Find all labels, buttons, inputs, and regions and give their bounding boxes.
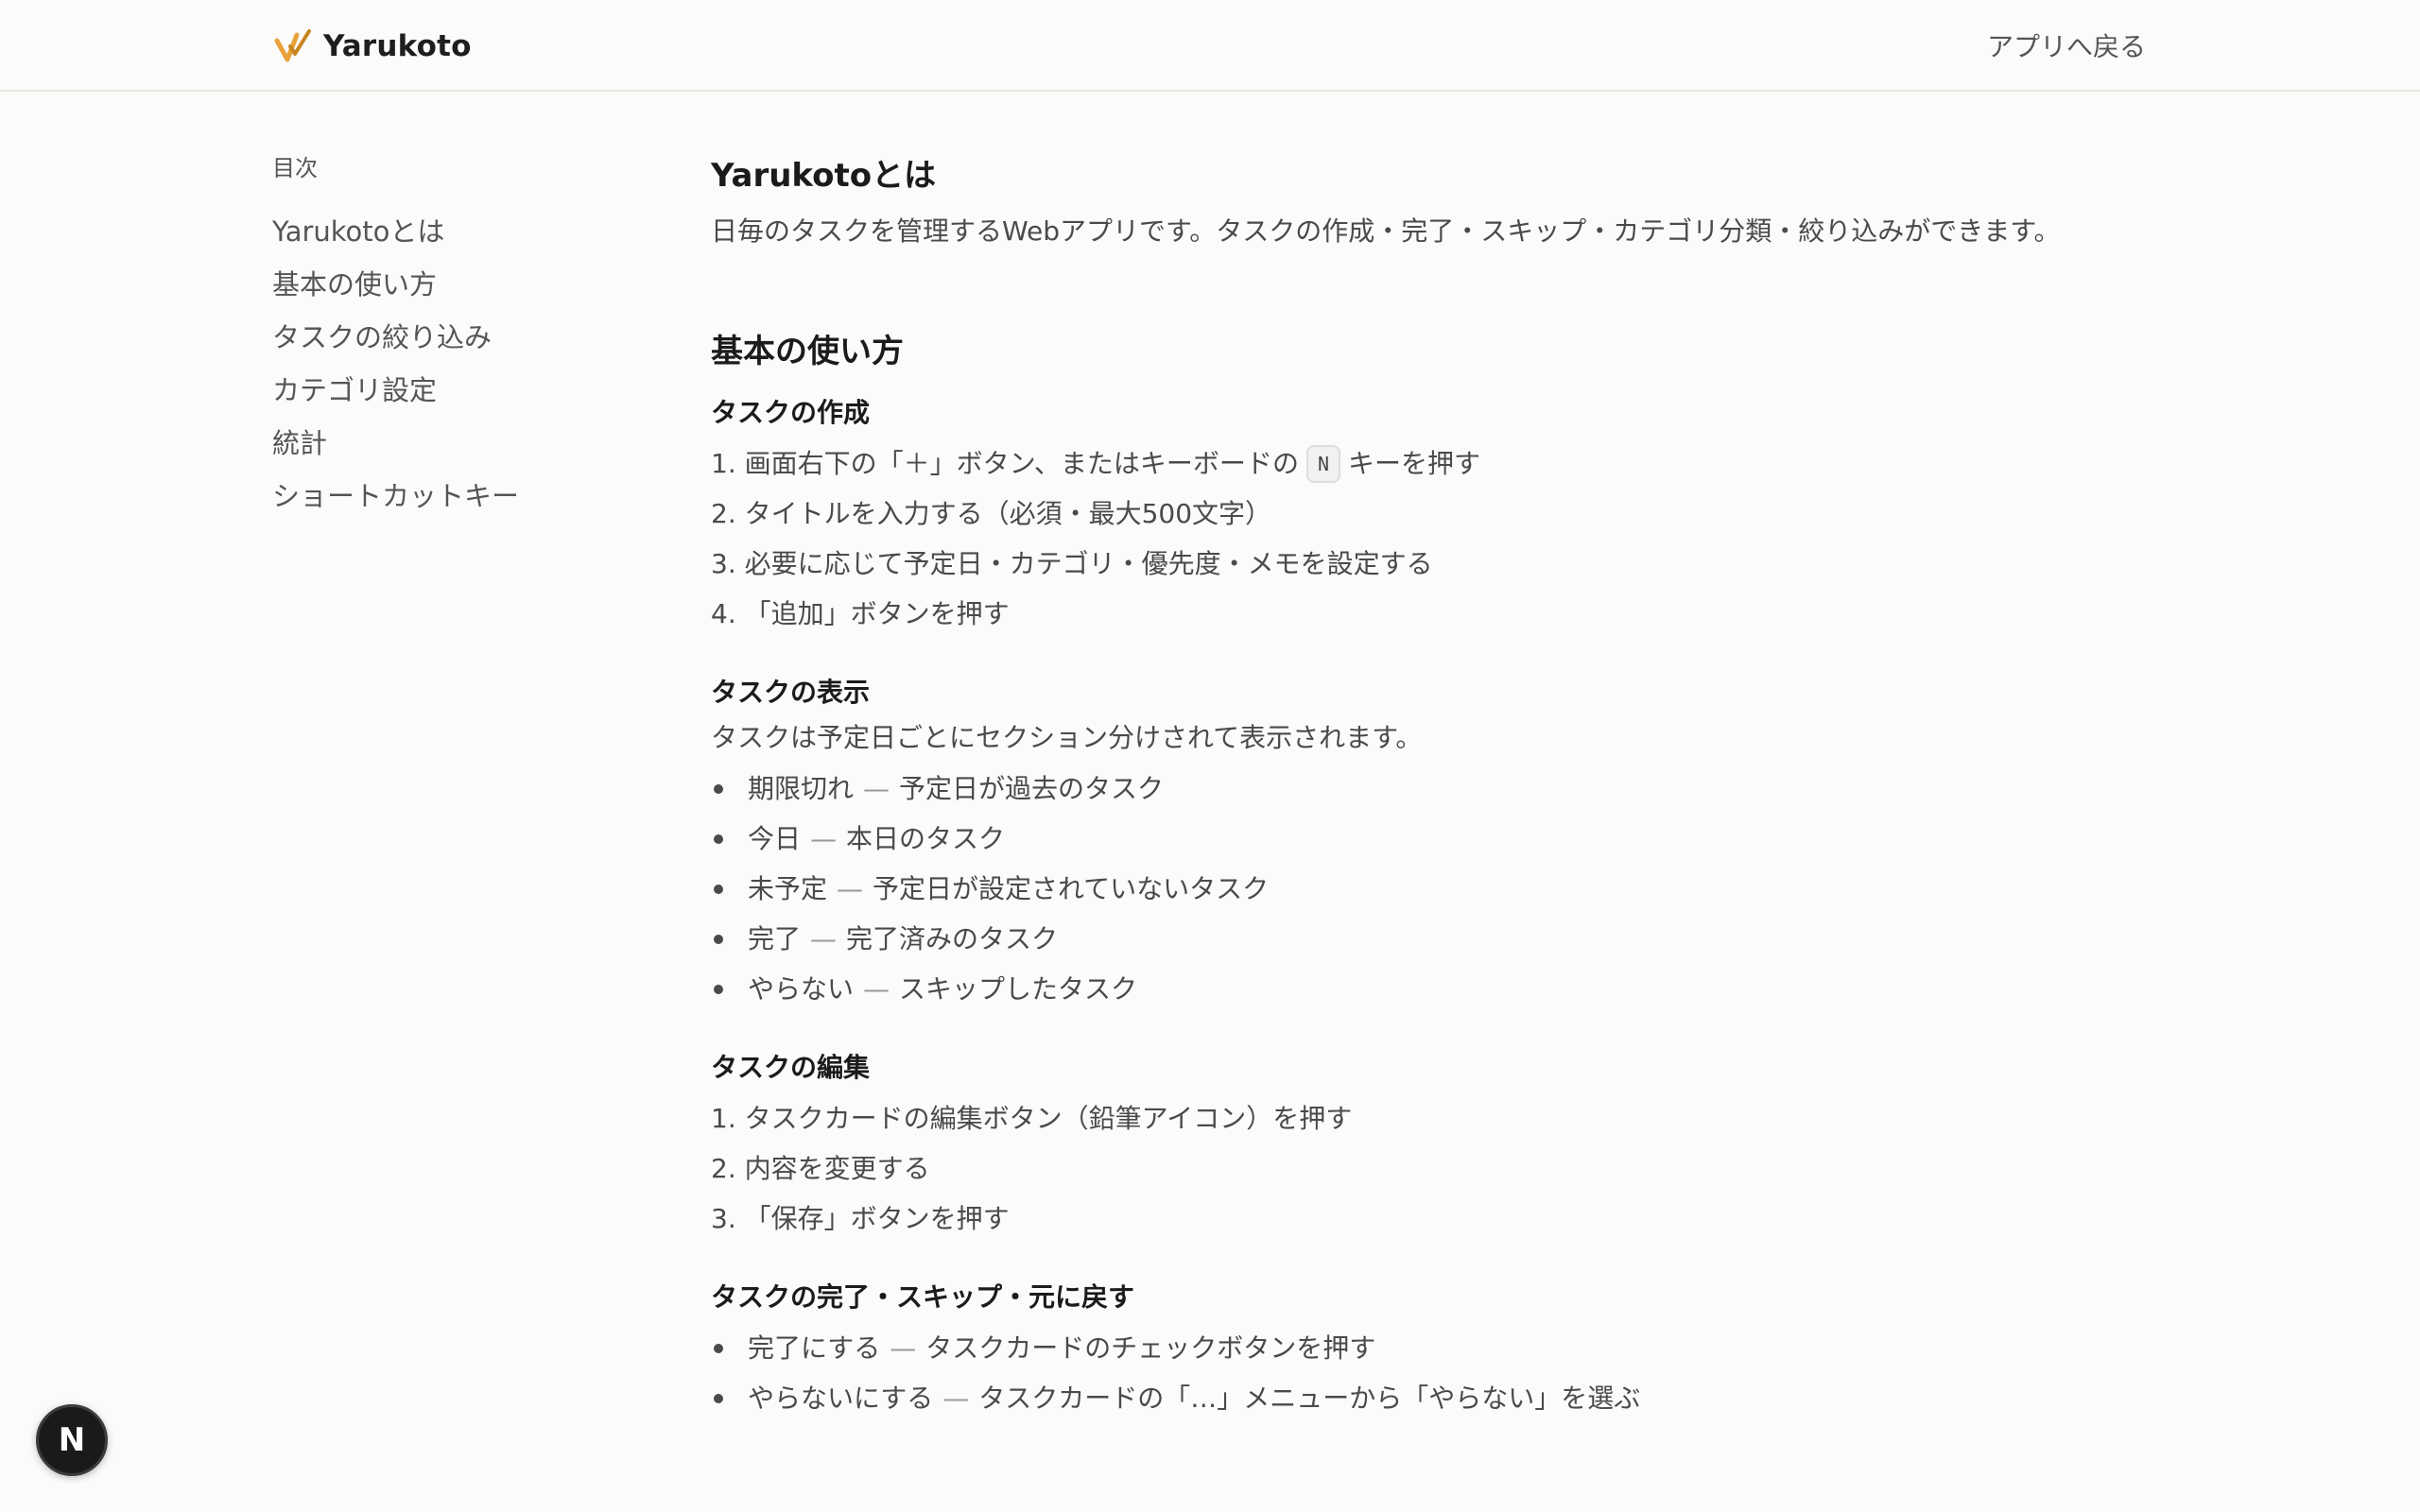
create-steps: 1. 画面右下の「＋」ボタン、またはキーボードの N キーを押す 2. タイトル… <box>711 438 2167 639</box>
toc-item-basics[interactable]: 基本の使い方 <box>272 264 650 317</box>
toc-item-shortcuts[interactable]: ショートカットキー <box>272 475 650 528</box>
list-item: 3. 必要に応じて予定日・カテゴリ・優先度・メモを設定する <box>711 547 1433 579</box>
toc-item-about[interactable]: Yarukotoとは <box>272 211 650 264</box>
list-item: 今日 — 本日のタスク <box>711 814 2167 864</box>
list-item: 1. タスクカードの編集ボタン（鉛筆アイコン）を押す <box>711 1102 1353 1134</box>
subsection-title-create: タスクの作成 <box>711 397 871 428</box>
complete-actions-list: 完了にする — タスクカードのチェックボタンを押す やらないにする — タスクカードの「… <box>711 1323 2167 1423</box>
section-title-basics: 基本の使い方 <box>711 333 904 370</box>
bullet <box>714 884 723 894</box>
table-of-contents: 目次 Yarukotoとは 基本の使い方 タスクの絞り込み カテゴリ設定 統計 … <box>272 149 650 528</box>
app-name: Yarukoto <box>323 29 472 63</box>
edit-steps: 1. タスクカードの編集ボタン（鉛筆アイコン）を押す 2. 内容を変更する 3.… <box>711 1093 2167 1244</box>
bullet <box>714 1393 723 1403</box>
list-item: 3. 「保存」ボタンを押す <box>711 1202 1010 1234</box>
toc-heading: 目次 <box>272 155 318 181</box>
step-text: キーを押す <box>1348 447 1481 479</box>
toc-item-category[interactable]: カテゴリ設定 <box>272 369 650 422</box>
toc-item-filter[interactable]: タスクの絞り込み <box>272 317 650 369</box>
intro-paragraph: 日毎のタスクを管理するWebアプリです。タスクの作成・完了・スキップ・カテゴリ分… <box>711 215 2061 247</box>
subsection-title-display: タスクの表示 <box>711 677 871 708</box>
list-item: 完了 — 完了済みのタスク <box>711 914 2167 964</box>
display-sections-list: 期限切れ — 予定日が過去のタスク 今日 — 本日のタスク 未予定 — 予定日が設定されてい… <box>711 764 2167 1014</box>
bullet <box>714 833 723 844</box>
bullet <box>714 934 723 944</box>
check-logo-icon <box>274 29 311 62</box>
keyboard-key: N <box>1305 444 1340 483</box>
list-item: 4. 「追加」ボタンを押す <box>711 597 1010 629</box>
list-item: 未予定 — 予定日が設定されていないタスク <box>711 864 2167 914</box>
subsection-title-complete: タスクの完了・スキップ・元に戻す <box>711 1281 1135 1313</box>
app-logo[interactable]: Yarukoto <box>274 25 472 68</box>
step-text: 1. 画面右下の「＋」ボタン、またはキーボードの <box>711 447 1299 479</box>
top-header: Yarukoto アプリへ戻る <box>0 0 2420 92</box>
list-item: 2. 内容を変更する <box>711 1152 930 1184</box>
doc-content: Yarukotoとは 日毎のタスクを管理するWebアプリです。タスクの作成・完了… <box>711 151 2167 1423</box>
list-item: やらないにする — タスクカードの「…」メニューから「やらない」を選ぶ <box>711 1373 2167 1423</box>
toc-item-stats[interactable]: 統計 <box>272 422 650 475</box>
list-item: やらない — スキップしたタスク <box>711 964 2167 1014</box>
section-title-about: Yarukotoとは <box>711 157 937 195</box>
back-to-app-link[interactable]: アプリへ戻る <box>1987 26 2146 64</box>
list-item: 1. 画面右下の「＋」ボタン、またはキーボードの N キーを押す <box>711 438 2167 489</box>
list-item: 2. タイトルを入力する（必須・最大500文字） <box>711 497 1272 529</box>
n-logo-icon: N <box>58 1421 86 1459</box>
nextjs-dev-badge[interactable]: N <box>36 1404 108 1476</box>
bullet <box>714 1343 723 1353</box>
bullet <box>714 984 723 994</box>
bullet <box>714 783 723 794</box>
list-item: 期限切れ — 予定日が過去のタスク <box>711 764 2167 814</box>
subsection-title-edit: タスクの編集 <box>711 1052 871 1083</box>
list-item: 完了にする — タスクカードのチェックボタンを押す <box>711 1323 2167 1373</box>
display-paragraph: タスクは予定日ごとにセクション分けされて表示されます。 <box>711 722 1423 753</box>
